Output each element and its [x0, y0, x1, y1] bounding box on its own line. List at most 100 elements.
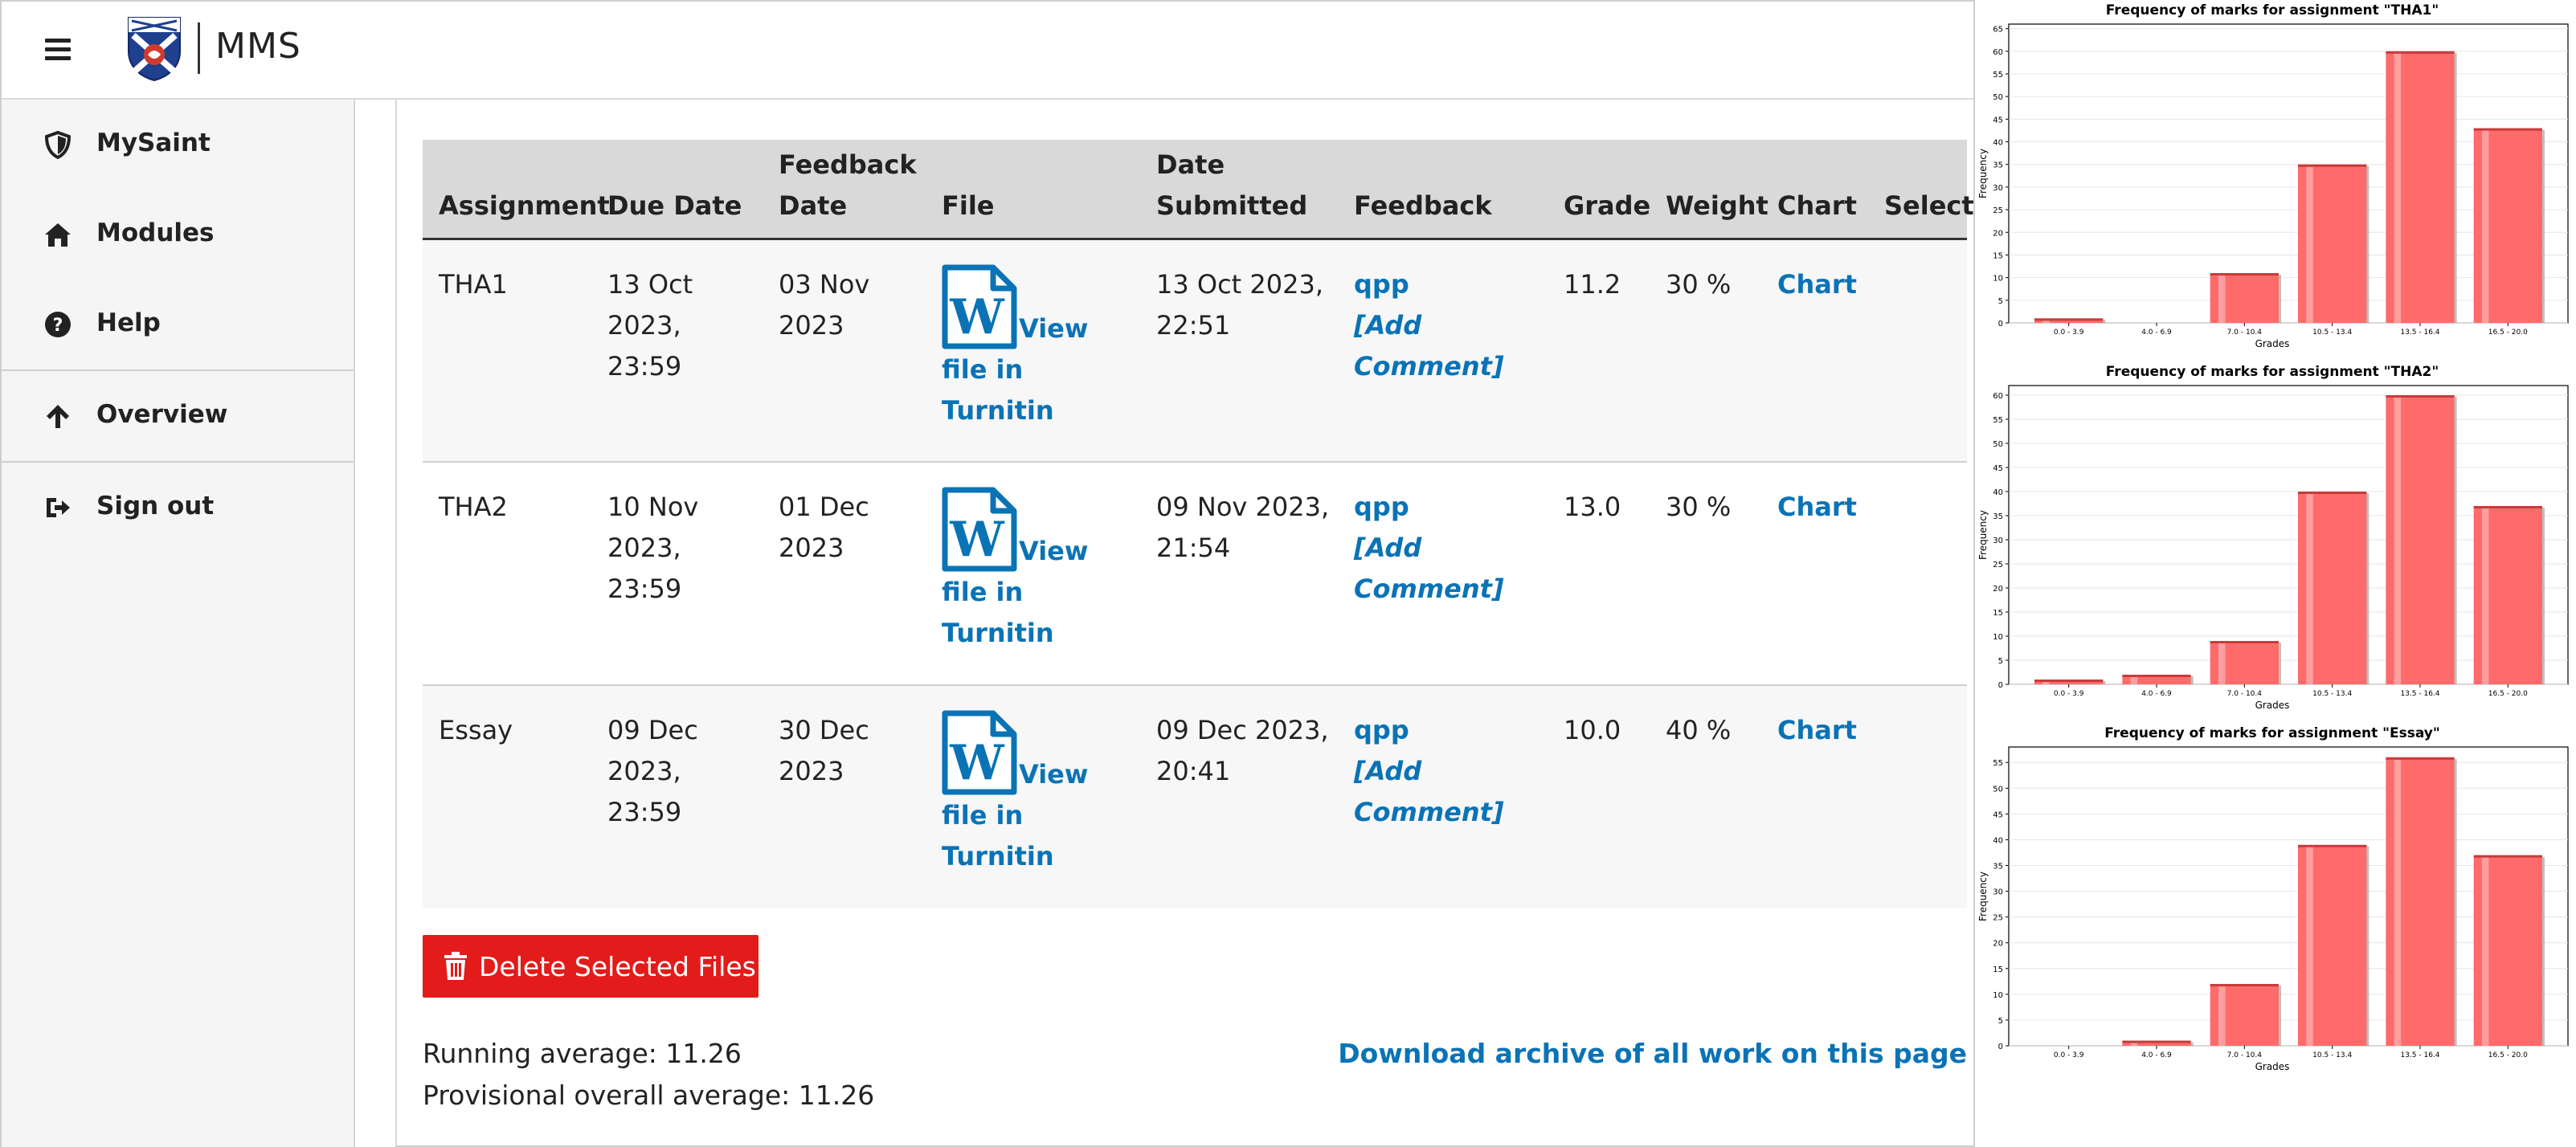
- feedback-marker-link[interactable]: qpp: [1354, 487, 1548, 528]
- date-submitted: 09 Nov 2023, 21:54: [1140, 462, 1338, 686]
- main-content: Assignment Due Date Feedback Date File D…: [423, 140, 1974, 1111]
- chart-link[interactable]: Chart: [1777, 715, 1857, 745]
- sidebar-item-mysaint[interactable]: MySaint: [2, 100, 355, 190]
- y-tick-label: 25: [1993, 914, 2003, 923]
- x-axis-label: Grades: [2255, 700, 2290, 711]
- home-icon: [45, 223, 71, 247]
- sidebar-item-overview[interactable]: Overview: [2, 371, 355, 461]
- y-tick-label: 50: [1993, 785, 2003, 794]
- download-archive-link[interactable]: Download archive of all work on this pag…: [1338, 1038, 1967, 1069]
- select-cell[interactable]: [1868, 685, 1967, 908]
- x-tick-label: 7.0 - 10.4: [2227, 329, 2263, 337]
- bar-highlight: [2218, 641, 2226, 684]
- weight-value: 30 %: [1650, 239, 1761, 463]
- y-tick-label: 10: [1993, 275, 2003, 284]
- chart-cell: Chart: [1761, 685, 1868, 908]
- assignment-name: THA1: [423, 239, 591, 463]
- y-tick-label: 0: [1998, 681, 2003, 690]
- column-header-feedback-date[interactable]: Feedback Date: [763, 140, 926, 240]
- y-tick-label: 20: [1993, 585, 2003, 594]
- feedback-marker-link[interactable]: qpp: [1354, 710, 1548, 751]
- university-crest-logo: [128, 17, 181, 82]
- sidebar-item-help[interactable]: ? Help: [2, 280, 355, 369]
- bar-highlight: [2218, 273, 2226, 323]
- y-tick-label: 45: [1993, 810, 2003, 819]
- hamburger-menu-icon[interactable]: [42, 34, 77, 66]
- sidebar-item-sign-out[interactable]: Sign out: [2, 463, 355, 553]
- sidebar-item-modules[interactable]: Modules: [2, 190, 355, 280]
- date-submitted: 13 Oct 2023, 22:51: [1140, 239, 1338, 463]
- file-cell: W View file in Turnitin: [926, 462, 1140, 686]
- turnitin-file-link[interactable]: W View file in Turnitin: [942, 487, 1088, 648]
- feedback-date: 03 Nov 2023: [763, 239, 926, 463]
- sign-out-icon: [47, 498, 70, 517]
- running-average: Running average: 11.26: [423, 1038, 742, 1069]
- bar-highlight: [2481, 128, 2489, 323]
- sidebar: MySaint Modules ? Help Overview Sign out: [2, 100, 355, 1147]
- bar-cap: [2034, 680, 2104, 682]
- bar-highlight: [2394, 757, 2402, 1046]
- chart-link[interactable]: Chart: [1777, 492, 1857, 522]
- table-header-row: Assignment Due Date Feedback Date File D…: [423, 140, 1974, 240]
- x-axis-label: Grades: [2255, 1061, 2290, 1072]
- feedback-marker-link[interactable]: qpp: [1354, 264, 1548, 305]
- bar-highlight: [2481, 855, 2489, 1046]
- y-tick-label: 0: [1998, 320, 2003, 329]
- question-circle-icon: ?: [45, 312, 71, 337]
- sidebar-item-label: Overview: [96, 400, 228, 429]
- y-tick-label: 60: [1993, 392, 2003, 401]
- bar-cap: [2298, 844, 2367, 847]
- assignment-name: THA2: [423, 462, 591, 686]
- weight-value: 30 %: [1650, 462, 1761, 686]
- bar-highlight: [2394, 51, 2402, 324]
- column-header-due-date[interactable]: Due Date: [591, 140, 763, 240]
- x-axis-label: Grades: [2255, 338, 2290, 349]
- column-header-file[interactable]: File: [926, 140, 1140, 240]
- mms-app-window: MMS MySaint Modules ? Help Overview Sign…: [0, 0, 1975, 1147]
- column-header-date-submitted[interactable]: Date Submitted: [1140, 140, 1338, 240]
- column-header-assignment[interactable]: Assignment: [423, 140, 610, 240]
- bar-cap: [2473, 855, 2542, 858]
- select-cell[interactable]: [1868, 462, 1967, 686]
- sidebar-item-label: MySaint: [96, 129, 211, 157]
- column-header-chart[interactable]: Chart: [1761, 140, 1868, 240]
- chart-title: Frequency of marks for assignment "Essay…: [2104, 725, 2440, 741]
- y-tick-label: 0: [1998, 1043, 2003, 1051]
- due-date: 13 Oct 2023, 23:59: [591, 239, 763, 463]
- y-tick-label: 50: [1993, 93, 2003, 102]
- content-gutter: [355, 100, 397, 1147]
- add-comment-link[interactable]: [Add Comment]: [1354, 305, 1548, 387]
- bar-cap: [2210, 641, 2279, 643]
- y-tick-label: 25: [1993, 206, 2003, 215]
- add-comment-link[interactable]: [Add Comment]: [1354, 751, 1548, 833]
- x-tick-label: 13.5 - 16.4: [2400, 1051, 2439, 1059]
- y-tick-label: 55: [1993, 416, 2003, 425]
- column-header-feedback[interactable]: Feedback: [1338, 140, 1548, 240]
- select-cell[interactable]: [1868, 239, 1967, 463]
- svg-text:W: W: [949, 512, 1005, 568]
- y-tick-label: 55: [1993, 71, 2003, 80]
- x-tick-label: 7.0 - 10.4: [2227, 690, 2263, 698]
- svg-text:?: ?: [53, 316, 63, 336]
- table-row: Essay 09 Dec 2023, 23:59 30 Dec 2023 W V…: [423, 685, 1967, 908]
- column-header-select[interactable]: Select: [1868, 140, 1974, 240]
- x-tick-label: 0.0 - 3.9: [2054, 690, 2084, 698]
- arrow-up-icon: [47, 405, 69, 428]
- column-header-grade[interactable]: Grade: [1548, 140, 1650, 240]
- due-date: 09 Dec 2023, 23:59: [607, 715, 698, 827]
- chart-link[interactable]: Chart: [1777, 269, 1857, 300]
- bar-cap: [2034, 318, 2104, 321]
- brand-divider: [198, 22, 200, 74]
- turnitin-file-link[interactable]: W View file in Turnitin: [942, 264, 1088, 426]
- y-tick-label: 5: [1998, 297, 2003, 306]
- x-tick-label: 0.0 - 3.9: [2054, 1051, 2084, 1059]
- turnitin-file-link[interactable]: W View file in Turnitin: [942, 710, 1088, 871]
- column-header-weight[interactable]: Weight: [1650, 140, 1768, 240]
- sidebar-item-label: Sign out: [96, 492, 215, 520]
- delete-selected-files-button[interactable]: Delete Selected Files: [423, 935, 758, 998]
- x-tick-label: 10.5 - 13.4: [2312, 1051, 2352, 1059]
- y-axis-label: Frequency: [1977, 871, 1989, 921]
- y-tick-label: 25: [1993, 561, 2003, 569]
- add-comment-link[interactable]: [Add Comment]: [1354, 528, 1548, 610]
- delete-button-label: Delete Selected Files: [479, 950, 756, 982]
